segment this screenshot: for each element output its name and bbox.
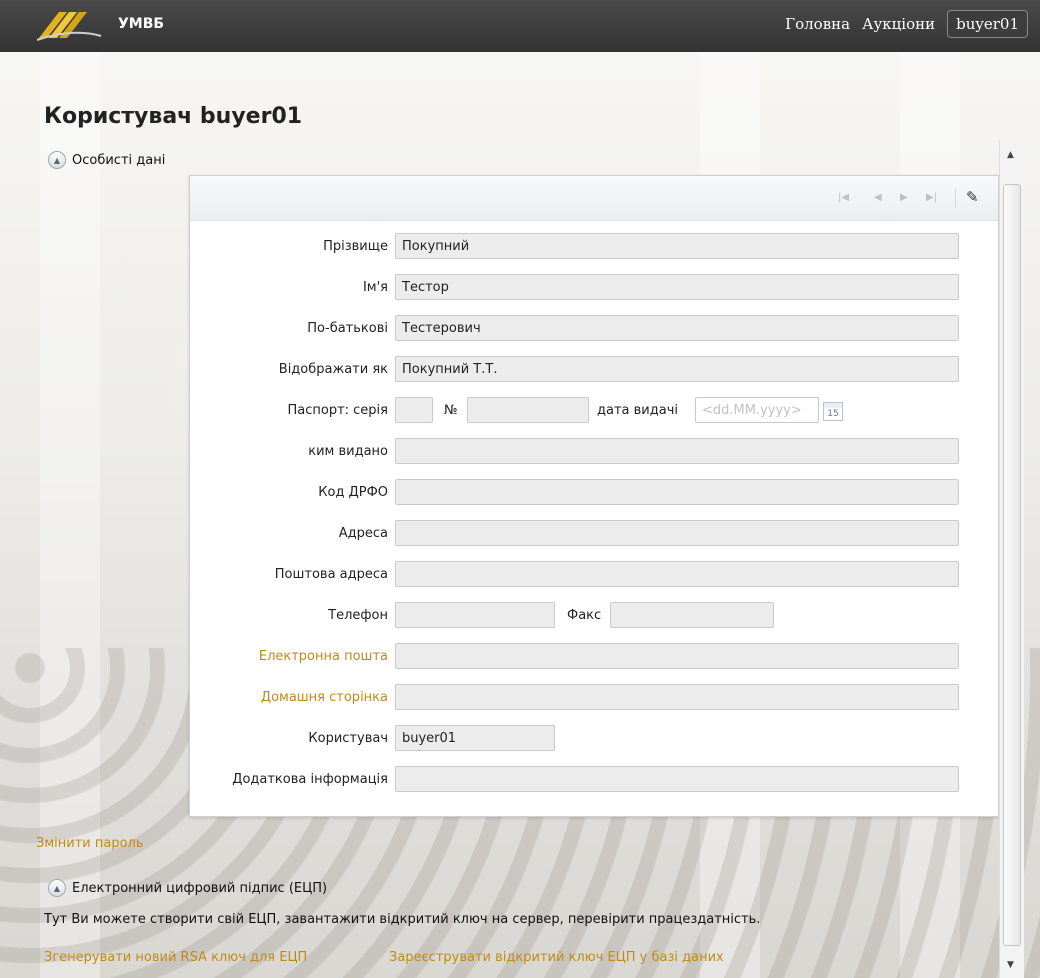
user-menu-button[interactable]: buyer01 bbox=[947, 10, 1028, 38]
brand-name[interactable]: УМВБ bbox=[118, 16, 164, 32]
postal-address-field[interactable] bbox=[395, 561, 959, 587]
additional-info-field[interactable] bbox=[395, 766, 959, 792]
passport-number-label: № bbox=[444, 403, 458, 418]
ecp-description: Тут Ви можете створити свій ЕЦП, заванта… bbox=[44, 912, 761, 927]
user-label: Користувач bbox=[308, 731, 388, 746]
address-field[interactable] bbox=[395, 520, 959, 546]
row-name: Ім'я Тестор bbox=[190, 274, 998, 302]
homepage-label[interactable]: Домашня сторінка bbox=[261, 690, 388, 705]
fax-label: Факс bbox=[567, 608, 602, 623]
tax-code-label: Код ДРФО bbox=[318, 485, 388, 500]
calendar-icon[interactable]: 15 bbox=[823, 402, 843, 421]
passport-number-field[interactable] bbox=[467, 397, 589, 423]
personal-section-title: Особисті дані bbox=[72, 152, 166, 168]
passport-date-field[interactable]: <dd.MM.yyyy> bbox=[695, 397, 819, 423]
prev-record-icon[interactable]: ◀ bbox=[874, 192, 882, 203]
toolbar-divider bbox=[955, 188, 956, 208]
change-password-link[interactable]: Змінити пароль bbox=[36, 836, 144, 851]
panel-toolbar: |◀ ◀ ▶ ▶| ✎ bbox=[190, 176, 998, 221]
row-tax-code: Код ДРФО bbox=[190, 479, 998, 507]
personal-data-panel: |◀ ◀ ▶ ▶| ✎ Прізвище Покупний Ім'я Тесто… bbox=[189, 175, 999, 817]
register-public-key-link[interactable]: Зареєструвати відкритий ключ ЕЦП у базі … bbox=[389, 950, 724, 965]
issued-by-label: ким видано bbox=[308, 444, 388, 459]
row-surname: Прізвище Покупний bbox=[190, 233, 998, 261]
row-user: Користувач buyer01 bbox=[190, 725, 998, 753]
phone-label: Телефон bbox=[328, 608, 388, 623]
ecp-section-header[interactable]: ▲ Електронний цифровий підпис (ЕЦП) bbox=[48, 879, 327, 897]
tax-code-field[interactable] bbox=[395, 479, 959, 505]
passport-series-label: Паспорт: серія bbox=[287, 403, 388, 418]
surname-field[interactable]: Покупний bbox=[395, 233, 959, 259]
scroll-thumb[interactable] bbox=[1003, 184, 1021, 946]
scroll-down-icon[interactable]: ▼ bbox=[1007, 960, 1014, 970]
first-record-icon[interactable]: |◀ bbox=[838, 192, 849, 203]
scroll-up-icon[interactable]: ▲ bbox=[1007, 150, 1014, 160]
row-display-as: Відображати як Покупний Т.Т. bbox=[190, 356, 998, 384]
row-phone-fax: Телефон Факс bbox=[190, 602, 998, 630]
row-issued-by: ким видано bbox=[190, 438, 998, 466]
display-as-label: Відображати як bbox=[278, 362, 388, 377]
row-homepage: Домашня сторінка bbox=[190, 684, 998, 712]
row-passport: Паспорт: серія № дата видачі <dd.MM.yyyy… bbox=[190, 397, 998, 425]
patronymic-label: По-батькові bbox=[307, 321, 388, 336]
last-record-icon[interactable]: ▶| bbox=[926, 192, 937, 203]
page-title: Користувач buyer01 bbox=[44, 104, 303, 129]
email-field[interactable] bbox=[395, 643, 959, 669]
row-additional-info: Додаткова інформація bbox=[190, 766, 998, 794]
collapse-icon[interactable]: ▲ bbox=[48, 151, 66, 169]
homepage-field[interactable] bbox=[395, 684, 959, 710]
collapse-icon[interactable]: ▲ bbox=[48, 879, 66, 897]
nav-home[interactable]: Головна bbox=[785, 15, 850, 33]
logo-icon[interactable] bbox=[33, 8, 103, 42]
patronymic-field[interactable]: Тестерович bbox=[395, 315, 959, 341]
postal-address-label: Поштова адреса bbox=[274, 567, 388, 582]
issued-by-field[interactable] bbox=[395, 438, 959, 464]
row-email: Електронна пошта bbox=[190, 643, 998, 671]
row-patronymic: По-батькові Тестерович bbox=[190, 315, 998, 343]
email-label[interactable]: Електронна пошта bbox=[259, 649, 388, 664]
passport-series-field[interactable] bbox=[395, 397, 433, 423]
row-postal-address: Поштова адреса bbox=[190, 561, 998, 589]
phone-field[interactable] bbox=[395, 602, 555, 628]
main-nav: Головна Аукціони buyer01 bbox=[785, 10, 1028, 38]
next-record-icon[interactable]: ▶ bbox=[900, 192, 908, 203]
edit-pencil-icon[interactable]: ✎ bbox=[966, 188, 979, 206]
address-label: Адреса bbox=[338, 526, 388, 541]
name-field[interactable]: Тестор bbox=[395, 274, 959, 300]
ecp-section-title: Електронний цифровий підпис (ЕЦП) bbox=[72, 880, 328, 896]
page-scrollbar[interactable]: ▲ ▼ bbox=[999, 140, 1024, 978]
fax-field[interactable] bbox=[610, 602, 774, 628]
user-field[interactable]: buyer01 bbox=[395, 725, 555, 751]
personal-section-header[interactable]: ▲ Особисті дані bbox=[48, 151, 165, 169]
passport-date-label: дата видачі bbox=[597, 403, 678, 418]
surname-label: Прізвище bbox=[323, 239, 388, 254]
generate-rsa-key-link[interactable]: Згенерувати новий RSA ключ для ЕЦП bbox=[44, 950, 307, 965]
top-bar: УМВБ Головна Аукціони buyer01 bbox=[0, 0, 1040, 52]
display-as-field[interactable]: Покупний Т.Т. bbox=[395, 356, 959, 382]
name-label: Ім'я bbox=[362, 280, 388, 295]
nav-auctions[interactable]: Аукціони bbox=[862, 15, 935, 33]
additional-info-label: Додаткова інформація bbox=[232, 772, 388, 787]
row-address: Адреса bbox=[190, 520, 998, 548]
